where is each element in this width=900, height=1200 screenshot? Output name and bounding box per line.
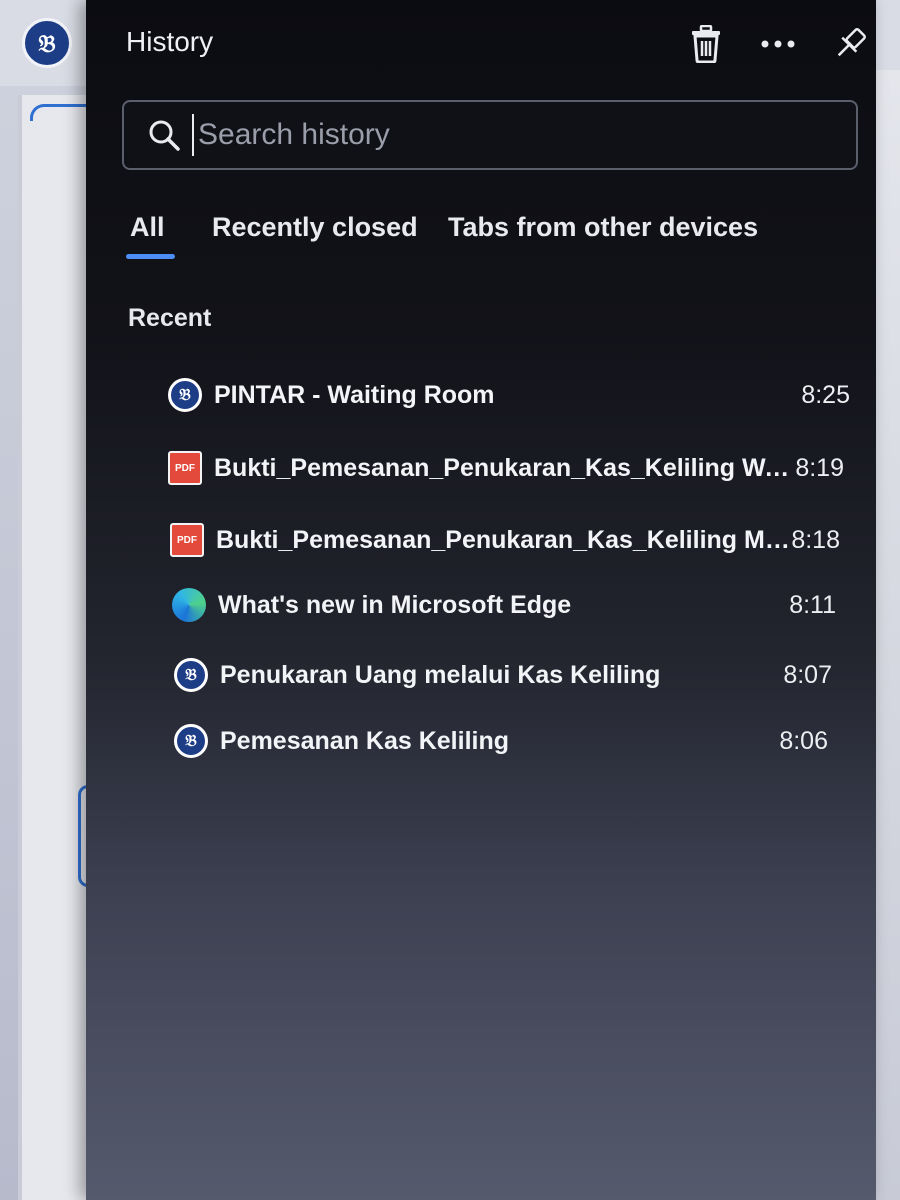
history-item-time: 8:11	[789, 590, 836, 619]
history-item-time: 8:18	[791, 525, 840, 554]
history-panel: History Search history All Recently clos…	[86, 0, 876, 1200]
bank-indonesia-logo-icon: 𝔅	[168, 378, 202, 412]
history-item[interactable]: PDF Bukti_Pemesanan_Penukaran_Kas_Kelili…	[170, 515, 840, 565]
tab-recently-closed[interactable]: Recently closed	[212, 212, 418, 259]
more-options-button[interactable]	[756, 22, 800, 66]
history-item[interactable]: 𝔅 PINTAR - Waiting Room 8:25	[168, 370, 850, 420]
history-item-time: 8:06	[779, 726, 828, 755]
pdf-icon: PDF	[168, 451, 202, 485]
more-icon	[761, 40, 795, 48]
search-input[interactable]	[192, 114, 836, 156]
trash-icon	[692, 25, 720, 63]
history-item-title: Bukti_Pemesanan_Penukaran_Kas_Keliling W…	[214, 453, 794, 482]
history-item-title: PINTAR - Waiting Room	[214, 380, 495, 409]
history-item[interactable]: PDF Bukti_Pemesanan_Penukaran_Kas_Kelili…	[168, 443, 844, 493]
pin-icon	[837, 28, 866, 57]
site-logo-icon[interactable]: 𝔅	[22, 18, 72, 68]
history-item-title: Penukaran Uang melalui Kas Keliling	[220, 660, 661, 689]
pdf-icon: PDF	[170, 523, 204, 557]
pin-panel-button[interactable]	[828, 22, 872, 66]
history-item[interactable]: What's new in Microsoft Edge 8:11	[172, 580, 836, 630]
delete-history-button[interactable]	[684, 22, 728, 66]
tab-all[interactable]: All	[126, 212, 174, 259]
search-box[interactable]	[122, 100, 858, 170]
history-item-time: 8:19	[795, 453, 844, 482]
tab-other-devices[interactable]: Tabs from other devices	[448, 212, 758, 259]
bank-indonesia-logo-icon: 𝔅	[174, 724, 208, 758]
history-item-time: 8:07	[783, 660, 832, 689]
edge-icon	[172, 588, 206, 622]
history-item-title: Pemesanan Kas Keliling	[220, 726, 510, 755]
history-item-title: Bukti_Pemesanan_Penukaran_Kas_Keliling M…	[216, 525, 796, 554]
section-heading-recent: Recent	[128, 304, 212, 332]
history-item-time: 8:25	[801, 380, 850, 409]
history-item[interactable]: 𝔅 Penukaran Uang melalui Kas Keliling 8:…	[174, 650, 832, 700]
search-icon	[149, 120, 180, 151]
panel-title: History	[126, 26, 214, 57]
history-item[interactable]: 𝔅 Pemesanan Kas Keliling 8:06	[174, 716, 828, 766]
history-item-title: What's new in Microsoft Edge	[218, 590, 572, 619]
bank-indonesia-logo-icon: 𝔅	[174, 658, 208, 692]
